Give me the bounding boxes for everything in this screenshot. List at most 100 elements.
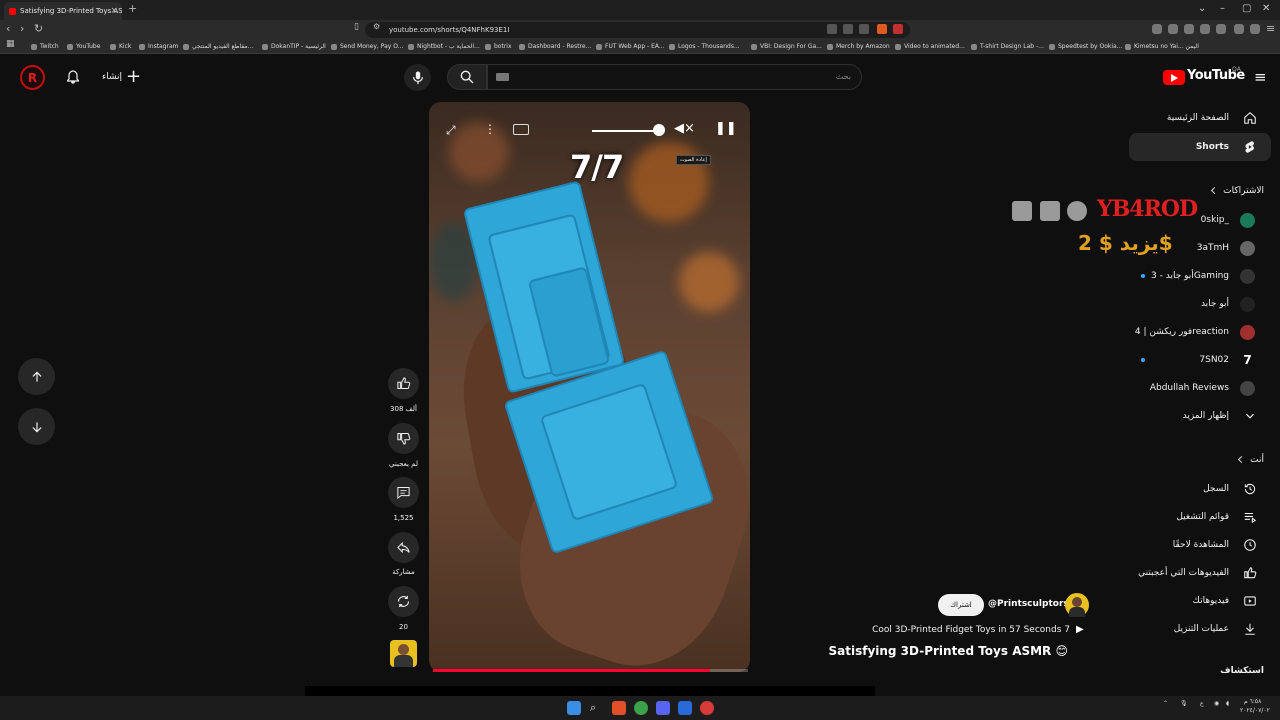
brave-rewards-icon[interactable] [893, 24, 903, 34]
volume-slider[interactable] [592, 130, 662, 132]
pause-icon[interactable]: ❚❚ [715, 121, 737, 136]
bookmark-item[interactable]: Nightbot - الحماية ب... [408, 41, 480, 53]
volume-slider-handle[interactable] [653, 124, 665, 136]
sidebar-item-watch-later[interactable]: المشاهدة لاحقًا [1129, 531, 1271, 559]
sidebar-item-subscription[interactable]: 7SN02 7 [1129, 346, 1271, 374]
avatar[interactable]: R [20, 65, 45, 90]
bookmark-icon[interactable]: ▯ [354, 22, 359, 32]
bookmark-item[interactable]: مقاطع الفيديو المنتجي... [183, 41, 253, 53]
search-button[interactable] [447, 64, 487, 90]
youtube-logo-icon[interactable] [1163, 70, 1185, 85]
remix-button[interactable] [388, 586, 419, 617]
network-icon[interactable]: ◉ [1214, 700, 1219, 707]
sidebar-item-history[interactable]: السجل [1129, 475, 1271, 503]
sidebar-item-show-more[interactable]: إظهار المزيد [1129, 402, 1271, 430]
sidebar-item-shorts[interactable]: Shorts [1129, 133, 1271, 161]
share-icon[interactable] [859, 24, 869, 34]
sidebar-item-home[interactable]: الصفحة الرئيسية [1129, 104, 1271, 132]
app-icon[interactable] [700, 701, 714, 715]
comments-button[interactable] [388, 477, 419, 508]
more-options-icon[interactable]: ⋮ [484, 122, 496, 136]
sidebar-item-subscription[interactable]: أبو جابد - 3Gaming [1129, 262, 1271, 290]
maximize-button[interactable]: ▢ [1242, 3, 1251, 14]
extension-icon[interactable] [1184, 24, 1194, 34]
bookmark-item[interactable]: Send Money, Pay O... [331, 41, 403, 53]
shorts-video-player[interactable] [429, 102, 750, 672]
browser-tab[interactable]: Satisfying 3D-Printed Toys ASMR × [4, 2, 122, 20]
video-subtitle[interactable]: Cool 3D-Printed Fidget Toys in 57 Second… [872, 625, 1070, 635]
sidebar-item-your-videos[interactable]: فيديوهاتك [1129, 587, 1271, 615]
video-progress-bar[interactable] [433, 669, 748, 672]
sidebar-item-liked-videos[interactable]: الفيديوهات التي أعجبتني [1129, 559, 1271, 587]
site-info-icon[interactable]: ⚙ [373, 22, 380, 31]
bookmark-item[interactable]: VBI: Design For Ga... [751, 41, 822, 53]
next-short-button[interactable] [18, 408, 55, 445]
cast-icon[interactable] [827, 24, 837, 34]
windows-start-icon[interactable] [567, 701, 581, 715]
keyboard-language[interactable]: ع [1200, 700, 1204, 707]
tray-chevron-icon[interactable]: ⌃ [1163, 700, 1168, 707]
bookmark-item[interactable]: Instagram [139, 41, 179, 53]
keyboard-icon[interactable] [496, 73, 509, 81]
previous-short-button[interactable] [18, 358, 55, 395]
you-heading[interactable]: أنت [1238, 455, 1264, 465]
bookmark-item[interactable]: T-shirt Design Lab -... [971, 41, 1044, 53]
voice-search-button[interactable] [404, 64, 431, 91]
channel-avatar[interactable] [1065, 593, 1089, 617]
zoom-icon[interactable] [843, 24, 853, 34]
channel-handle[interactable]: @Printsculptors [988, 599, 1069, 609]
search-input[interactable]: بحث [487, 64, 862, 90]
new-tab-button[interactable]: + [128, 2, 137, 15]
search-icon[interactable]: ⌕ [590, 701, 604, 715]
volume-icon[interactable]: ◖ [1226, 700, 1229, 707]
bookmark-item[interactable]: Kimetsu no Yai... اليمن [1125, 41, 1199, 53]
chrome-icon[interactable] [634, 701, 648, 715]
create-button[interactable]: إنشاء + [102, 68, 141, 86]
muted-speaker-icon[interactable]: ◀× [674, 121, 695, 136]
sidebar-item-subscription[interactable]: فور ريكشن | 4reaction [1129, 318, 1271, 346]
bookmark-item[interactable]: FUT Web App - EA... [596, 41, 665, 53]
bookmark-item[interactable]: DokanTIP - الرئيسية [262, 41, 326, 53]
chevron-down-icon[interactable]: ⌄ [1198, 3, 1206, 14]
extension-icon[interactable] [1216, 24, 1226, 34]
menu-icon[interactable]: ≡ [1266, 22, 1275, 35]
brave-browser-icon[interactable] [612, 701, 626, 715]
discord-icon[interactable] [656, 701, 670, 715]
extension-icon[interactable] [1168, 24, 1178, 34]
url-bar[interactable]: ⚙ youtube.com/shorts/Q4NFhK93E1I [365, 22, 910, 38]
clock-date[interactable]: ٢٠٢٤/٠٧/٠٢ [1240, 707, 1270, 714]
brave-shield-icon[interactable] [877, 24, 887, 34]
like-button[interactable] [388, 368, 419, 399]
bookmark-item[interactable]: botrix [485, 41, 512, 53]
sidebar-item-subscription[interactable]: أبو جابد [1129, 290, 1271, 318]
subscriptions-heading[interactable]: الاشتراكات [1211, 186, 1264, 196]
bookmark-item[interactable]: Video to animated... [895, 41, 965, 53]
apps-grid-icon[interactable]: ▦ [6, 39, 15, 49]
sidebar-icon[interactable] [1200, 24, 1210, 34]
sidebar-item-subscription[interactable]: Abdullah Reviews [1129, 374, 1271, 402]
bookmark-item[interactable]: Dashboard - Restre... [519, 41, 591, 53]
reload-icon[interactable]: ↻ [34, 22, 43, 35]
clock-time[interactable]: ٦:٥٨ م [1244, 698, 1261, 705]
minimize-button[interactable]: – [1220, 3, 1225, 14]
back-icon[interactable]: ‹ [6, 22, 10, 35]
dislike-button[interactable] [388, 423, 419, 454]
app-icon[interactable] [678, 701, 692, 715]
bookmark-item[interactable]: Speedtest by Ookia... [1049, 41, 1122, 53]
sidebar-item-playlists[interactable]: قوائم التشغيل [1129, 503, 1271, 531]
sound-thumbnail[interactable] [390, 640, 417, 667]
extension-icon[interactable] [1152, 24, 1162, 34]
extension-icon[interactable] [1234, 24, 1244, 34]
forward-icon[interactable]: › [20, 22, 24, 35]
wallet-icon[interactable] [1250, 24, 1260, 34]
sidebar-item-downloads[interactable]: عمليات التنزيل [1129, 615, 1271, 643]
bookmark-item[interactable]: Logos - Thousands... [669, 41, 740, 53]
close-window-button[interactable]: ✕ [1262, 3, 1270, 14]
bookmark-item[interactable]: YouTube [67, 41, 100, 53]
bookmark-item[interactable]: Kick [110, 41, 131, 53]
close-tab-icon[interactable]: × [110, 2, 118, 20]
mic-tray-icon[interactable]: 🎙 [1180, 700, 1188, 707]
share-button[interactable] [388, 532, 419, 563]
subscribe-button[interactable]: اشتراك [938, 594, 984, 616]
play-icon[interactable]: ▶ [1076, 624, 1084, 635]
